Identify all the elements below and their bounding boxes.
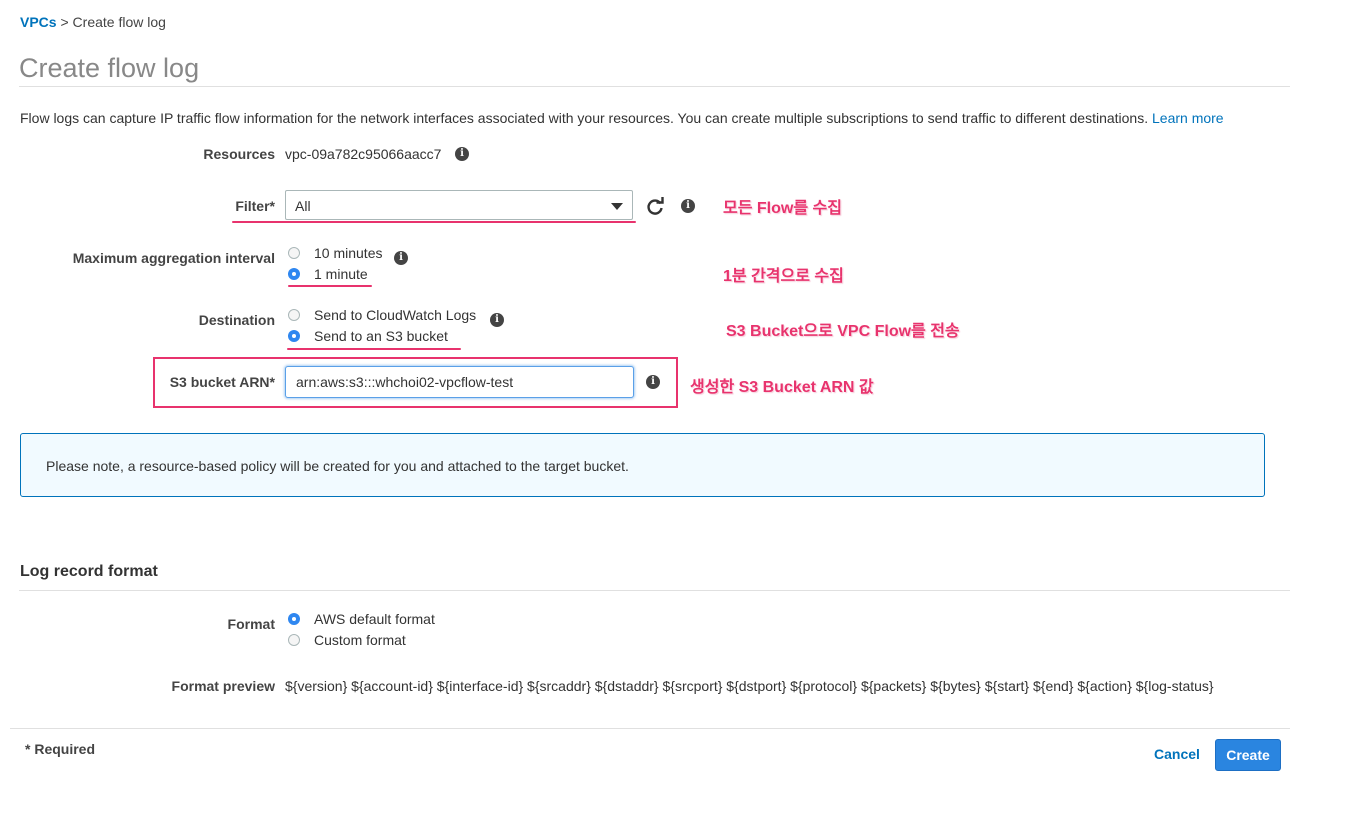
filter-annotation-underline xyxy=(232,221,636,223)
info-icon[interactable]: i xyxy=(394,251,408,265)
radio-s3-bucket[interactable] xyxy=(288,330,300,342)
required-note: * Required xyxy=(25,741,96,757)
format-label: Format xyxy=(227,616,275,632)
page-title: Create flow log xyxy=(19,53,200,83)
filter-selected-value: All xyxy=(295,198,311,214)
aggregation-label: Maximum aggregation interval xyxy=(72,250,275,266)
cancel-button[interactable]: Cancel xyxy=(1154,746,1200,762)
interval-annotation: 1분 간격으로 수집 xyxy=(723,268,844,285)
radio-cloudwatch-label: Send to CloudWatch Logs xyxy=(314,307,477,323)
radio-custom-format-label: Custom format xyxy=(314,632,406,648)
radio-10-minutes-label: 10 minutes xyxy=(314,245,383,261)
intro-description: Flow logs can capture IP traffic flow in… xyxy=(20,110,1149,126)
arn-annotation: 생성한 S3 Bucket ARN 값 xyxy=(690,379,874,396)
filter-annotation: 모든 Flow를 수집 xyxy=(723,200,842,217)
radio-s3-bucket-label: Send to an S3 bucket xyxy=(314,328,448,344)
radio-10-minutes[interactable] xyxy=(288,247,300,259)
footer-divider xyxy=(10,728,1290,729)
radio-1-minute-label: 1 minute xyxy=(314,266,368,282)
info-icon[interactable]: i xyxy=(681,199,695,213)
interval-annotation-underline xyxy=(288,285,372,287)
s3-arn-label: S3 bucket ARN* xyxy=(169,374,275,390)
info-icon[interactable]: i xyxy=(646,375,660,389)
radio-aws-default-format[interactable] xyxy=(288,613,300,625)
resources-value: vpc-09a782c95066aacc7 xyxy=(285,146,442,162)
radio-cloudwatch[interactable] xyxy=(288,309,300,321)
s3-arn-input[interactable] xyxy=(285,366,634,398)
breadcrumb-vpcs-link[interactable]: VPCs xyxy=(20,14,57,30)
log-format-section-title: Log record format xyxy=(20,563,158,580)
refresh-icon[interactable] xyxy=(645,196,665,216)
format-preview-value: ${version} ${account-id} ${interface-id}… xyxy=(285,678,1214,694)
radio-custom-format[interactable] xyxy=(288,634,300,646)
resources-label: Resources xyxy=(203,146,275,162)
filter-label: Filter* xyxy=(235,198,275,214)
learn-more-link[interactable]: Learn more xyxy=(1152,110,1224,126)
format-preview-label: Format preview xyxy=(171,678,275,694)
filter-select[interactable]: All xyxy=(285,190,633,220)
title-divider xyxy=(19,86,1290,87)
destination-annotation-underline xyxy=(287,348,461,350)
radio-aws-default-format-label: AWS default format xyxy=(314,611,435,627)
breadcrumb-current: Create flow log xyxy=(72,14,166,30)
section-divider xyxy=(19,590,1290,591)
destination-annotation: S3 Bucket으로 VPC Flow를 전송 xyxy=(726,323,960,340)
info-note-text: Please note, a resource-based policy wil… xyxy=(46,458,629,474)
info-icon[interactable]: i xyxy=(490,313,504,327)
intro-text: Flow logs can capture IP traffic flow in… xyxy=(20,110,1224,126)
info-note: Please note, a resource-based policy wil… xyxy=(20,433,1265,497)
breadcrumb: VPCs > Create flow log xyxy=(20,14,166,30)
breadcrumb-separator: > xyxy=(56,14,73,30)
chevron-down-icon xyxy=(611,203,623,210)
destination-label: Destination xyxy=(198,312,275,328)
radio-1-minute[interactable] xyxy=(288,268,300,280)
create-button[interactable]: Create xyxy=(1215,739,1281,771)
info-icon[interactable]: i xyxy=(455,147,469,161)
